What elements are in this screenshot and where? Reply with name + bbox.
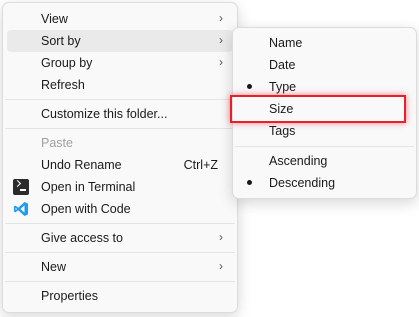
menu-item-label: Open with Code	[41, 202, 131, 216]
menu-item-label: Refresh	[41, 78, 85, 92]
sort-option-label: Ascending	[269, 154, 328, 168]
menu-separator	[5, 252, 235, 253]
shortcut-text: Ctrl+Z	[183, 158, 218, 172]
sort-option-label: Name	[269, 36, 303, 50]
menu-item-give-access[interactable]: Give access to ›	[7, 227, 233, 249]
menu-item-properties[interactable]: Properties	[7, 285, 233, 307]
menu-item-label: New	[41, 260, 67, 274]
menu-item-view[interactable]: View ›	[7, 8, 233, 30]
menu-item-label: Undo Rename	[41, 158, 122, 172]
context-menu: View › Sort by › Group by › Refresh Cust…	[2, 2, 238, 313]
menu-item-label: View	[41, 12, 68, 26]
sort-option-label: Date	[269, 58, 296, 72]
menu-item-group-by[interactable]: Group by ›	[7, 52, 233, 74]
menu-separator	[5, 128, 235, 129]
size-option-highlight-box	[230, 95, 406, 123]
selected-bullet-icon	[247, 84, 252, 89]
sort-order-descending[interactable]: Descending	[237, 172, 412, 194]
sort-option-label: Descending	[269, 176, 336, 190]
menu-separator	[5, 281, 235, 282]
menu-item-undo-rename[interactable]: Undo Rename Ctrl+Z	[7, 154, 233, 176]
menu-item-open-with-code[interactable]: Open with Code	[7, 198, 233, 220]
sort-option-label: Type	[269, 80, 297, 94]
menu-item-refresh[interactable]: Refresh	[7, 74, 233, 96]
chevron-right-icon: ›	[219, 33, 223, 47]
menu-item-label: Paste	[41, 136, 73, 150]
menu-item-open-terminal[interactable]: Open in Terminal	[7, 176, 233, 198]
sort-option-name[interactable]: Name	[237, 32, 412, 54]
menu-item-label: Sort by	[41, 34, 81, 48]
menu-item-label: Properties	[41, 289, 98, 303]
terminal-icon	[13, 179, 29, 195]
vscode-icon	[13, 201, 29, 217]
chevron-right-icon: ›	[219, 11, 223, 25]
menu-item-customize-folder[interactable]: Customize this folder...	[7, 103, 233, 125]
chevron-right-icon: ›	[219, 259, 223, 273]
menu-item-label: Customize this folder...	[41, 107, 168, 121]
menu-separator	[5, 223, 235, 224]
menu-separator	[5, 99, 235, 100]
selected-bullet-icon	[247, 180, 252, 185]
menu-item-label: Group by	[41, 56, 93, 70]
chevron-right-icon: ›	[219, 55, 223, 69]
menu-item-paste: Paste	[7, 132, 233, 154]
sort-option-tags[interactable]: Tags	[237, 120, 412, 142]
menu-item-label: Give access to	[41, 231, 123, 245]
sort-option-date[interactable]: Date	[237, 54, 412, 76]
sort-option-label: Tags	[269, 124, 296, 138]
menu-item-label: Open in Terminal	[41, 180, 136, 194]
sort-order-ascending[interactable]: Ascending	[237, 150, 412, 172]
menu-separator	[235, 146, 414, 147]
chevron-right-icon: ›	[219, 230, 223, 244]
menu-item-sort-by[interactable]: Sort by ›	[7, 30, 233, 52]
menu-item-new[interactable]: New ›	[7, 256, 233, 278]
